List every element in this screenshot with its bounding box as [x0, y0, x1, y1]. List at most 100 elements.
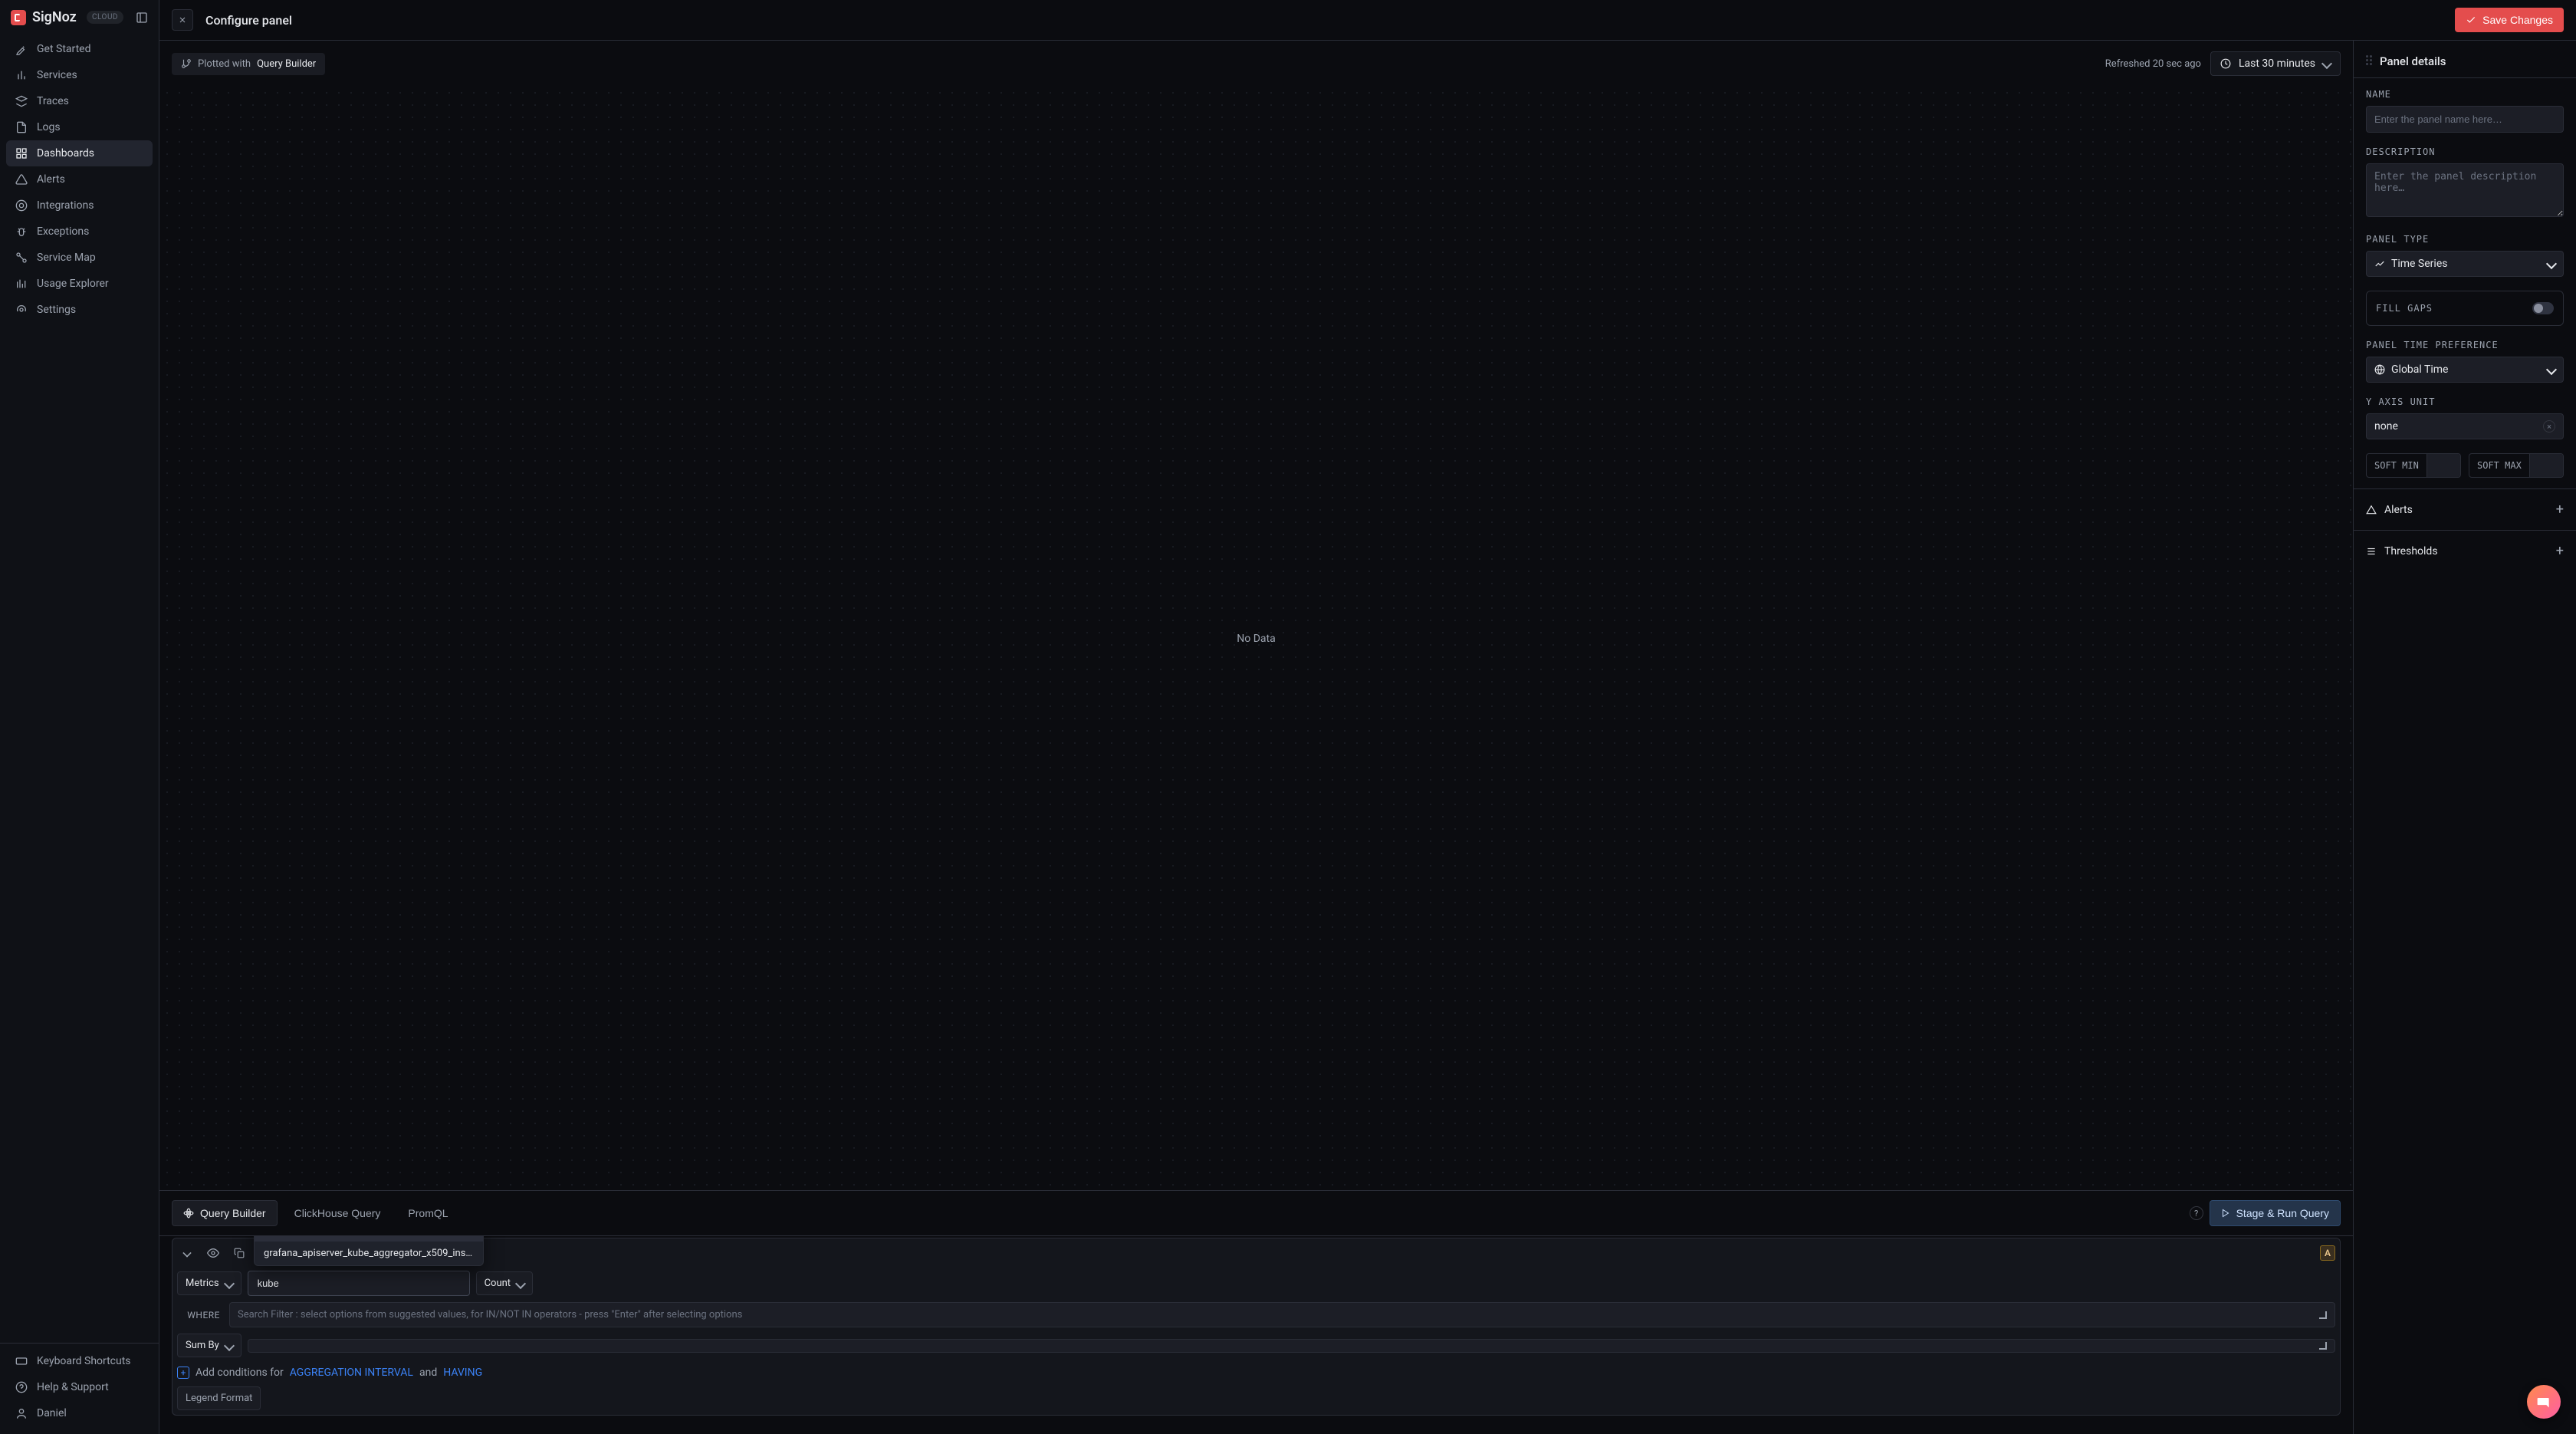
page-title: Configure panel	[205, 13, 292, 28]
and-word: and	[419, 1367, 437, 1379]
time-range-label: Last 30 minutes	[2239, 58, 2315, 70]
collapse-query-button[interactable]	[177, 1243, 197, 1263]
clone-query-button[interactable]	[229, 1243, 249, 1263]
refreshed-status: Refreshed 20 sec ago	[2105, 58, 2201, 70]
sidebar-item-user[interactable]: Daniel	[6, 1400, 153, 1426]
sidebar-item-dashboards[interactable]: Dashboards	[6, 140, 153, 166]
network-icon	[15, 252, 28, 264]
add-threshold-button[interactable]: +	[2556, 543, 2564, 559]
sidebar-item-settings[interactable]: Settings	[6, 297, 153, 323]
sidebar-item-help-support[interactable]: Help & Support	[6, 1374, 153, 1400]
sidebar-item-service-map[interactable]: Service Map	[6, 245, 153, 271]
panel-details: Panel details NAME DESCRIPTION PANEL TYP…	[2354, 41, 2576, 1434]
metric-search-input[interactable]	[256, 1277, 462, 1290]
add-conditions-button[interactable]: + Add conditions for AGGREGATION INTERVA…	[177, 1367, 2335, 1379]
query-help-button[interactable]: ?	[2190, 1206, 2203, 1220]
aggregation-value: Count	[485, 1278, 511, 1289]
where-placeholder: Search Filter : select options from sugg…	[238, 1309, 742, 1321]
sidebar-item-alerts[interactable]: Alerts	[6, 166, 153, 192]
time-pref-select[interactable]: Global Time	[2366, 357, 2564, 383]
y-unit-select[interactable]: none ×	[2366, 413, 2564, 439]
time-pref-label: PANEL TIME PREFERENCE	[2366, 340, 2564, 350]
close-icon	[178, 15, 187, 25]
sidebar-item-label: Alerts	[37, 173, 65, 186]
sidebar-footer: Keyboard Shortcuts Help & Support Daniel	[0, 1343, 159, 1434]
aggregation-select[interactable]: Count	[476, 1271, 533, 1295]
y-unit-value: none	[2374, 420, 2398, 433]
tab-clickhouse[interactable]: ClickHouse Query	[284, 1201, 392, 1225]
tab-label: ClickHouse Query	[294, 1207, 381, 1219]
dropdown-option[interactable]: grafana_apiserver_kube_aggregator_x509_i…	[255, 1242, 483, 1265]
collapse-sidebar-icon[interactable]	[136, 12, 148, 24]
sidebar-item-label: Daniel	[37, 1407, 67, 1419]
chart-empty-state: No Data	[1237, 633, 1275, 645]
tab-label: Query Builder	[200, 1207, 266, 1219]
sidebar-item-usage-explorer[interactable]: Usage Explorer	[6, 271, 153, 297]
groupby-label: Sum By	[186, 1340, 219, 1351]
plotted-with-pill: Plotted with Query Builder	[172, 53, 325, 75]
alert-icon	[15, 173, 28, 186]
toggle-visibility-button[interactable]	[203, 1243, 223, 1263]
groupby-select[interactable]: Sum By	[177, 1334, 242, 1357]
panel-name-input[interactable]	[2366, 106, 2564, 133]
sidebar-item-logs[interactable]: Logs	[6, 114, 153, 140]
query-card: A ƒ A kube_pod_status_phase kube_pod_con…	[172, 1238, 2341, 1416]
sidebar-item-get-started[interactable]: Get Started	[6, 36, 153, 62]
puzzle-icon	[15, 199, 28, 212]
sidebar-item-label: Integrations	[37, 199, 94, 212]
sidebar-item-label: Keyboard Shortcuts	[37, 1355, 131, 1367]
plus-icon: +	[177, 1367, 189, 1379]
panel-details-title: Panel details	[2380, 54, 2446, 68]
metric-search-input-wrapper[interactable]	[248, 1271, 470, 1296]
sidebar-item-traces[interactable]: Traces	[6, 88, 153, 114]
time-range-select[interactable]: Last 30 minutes	[2210, 51, 2341, 76]
clock-icon	[2220, 58, 2231, 69]
sliders-icon	[2366, 546, 2377, 557]
run-query-button[interactable]: Stage & Run Query	[2210, 1200, 2341, 1226]
panel-type-label: PANEL TYPE	[2366, 234, 2564, 245]
gear-icon	[15, 304, 28, 316]
sidebar-item-integrations[interactable]: Integrations	[6, 192, 153, 219]
add-alert-button[interactable]: +	[2556, 502, 2564, 518]
keyboard-icon	[15, 1355, 28, 1367]
run-query-label: Stage & Run Query	[2236, 1207, 2329, 1219]
fill-gaps-row: FILL GAPS	[2366, 291, 2564, 326]
soft-min-input[interactable]: SOFT MIN	[2366, 453, 2461, 478]
alerts-section-header: Alerts +	[2354, 488, 2576, 530]
close-panel-button[interactable]	[172, 9, 193, 31]
legend-format-button[interactable]: Legend Format	[177, 1386, 261, 1410]
logo-icon	[11, 10, 26, 25]
eye-icon	[207, 1247, 219, 1259]
agg-interval-link[interactable]: AGGREGATION INTERVAL	[290, 1367, 413, 1379]
bar-chart-icon	[15, 69, 28, 81]
fill-gaps-label: FILL GAPS	[2376, 303, 2433, 314]
sidebar-item-services[interactable]: Services	[6, 62, 153, 88]
soft-max-input[interactable]: SOFT MAX	[2469, 453, 2564, 478]
having-link[interactable]: HAVING	[443, 1367, 482, 1379]
chat-launcher-button[interactable]	[2527, 1385, 2561, 1419]
panel-description-input[interactable]	[2366, 163, 2564, 217]
clear-unit-button[interactable]: ×	[2543, 420, 2555, 433]
sidebar-item-exceptions[interactable]: Exceptions	[6, 219, 153, 245]
file-icon	[15, 121, 28, 133]
alerts-label: Alerts	[2384, 504, 2548, 516]
where-filter-input[interactable]: Search Filter : select options from sugg…	[229, 1302, 2335, 1327]
source-type-select[interactable]: Metrics	[177, 1271, 242, 1295]
sidebar-item-keyboard-shortcuts[interactable]: Keyboard Shortcuts	[6, 1348, 153, 1374]
histogram-icon	[15, 278, 28, 290]
add-conditions-prefix: Add conditions for	[196, 1367, 284, 1379]
sidebar-item-label: Services	[37, 69, 77, 81]
save-changes-button[interactable]: Save Changes	[2455, 8, 2564, 32]
dropdown-option[interactable]: kube_pod_status_ready	[255, 1235, 483, 1242]
where-label: WHERE	[177, 1310, 223, 1321]
groupby-values-input[interactable]	[248, 1339, 2335, 1353]
tab-query-builder[interactable]: Query Builder	[172, 1200, 278, 1226]
panel-type-select[interactable]: Time Series	[2366, 251, 2564, 277]
line-chart-icon	[2374, 258, 2385, 269]
fill-gaps-toggle[interactable]	[2532, 302, 2554, 314]
chat-icon	[2536, 1394, 2551, 1409]
sidebar-item-label: Logs	[37, 121, 61, 133]
tab-promql[interactable]: PromQL	[397, 1201, 458, 1225]
chevron-down-icon	[2546, 258, 2557, 269]
chevron-down-icon	[224, 1340, 235, 1350]
